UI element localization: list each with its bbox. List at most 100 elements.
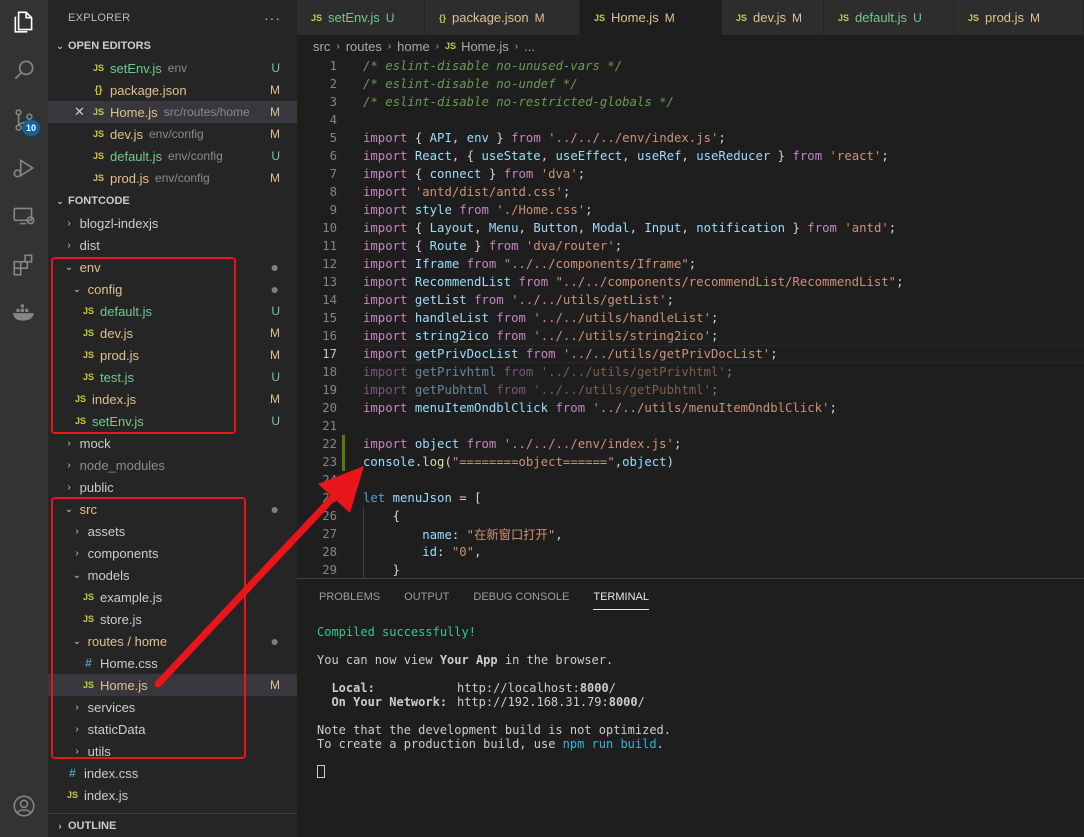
close-icon[interactable]: ✕	[74, 104, 85, 120]
code-line[interactable]: 24	[297, 471, 1084, 489]
open-editors-header[interactable]: ⌄ OPEN EDITORS	[48, 35, 297, 57]
code-editor[interactable]: 1 /* eslint-disable no-unused-vars */ 2 /* …	[297, 57, 1084, 578]
json-file-icon: {}	[94, 84, 103, 96]
terminal-note-line: Note that the development build is not o…	[317, 723, 672, 737]
code-line[interactable]: 27 name: "在新窗口打开",	[297, 525, 1084, 543]
more-actions-icon[interactable]: ···	[264, 10, 281, 26]
code-line[interactable]: 25 let menuJson = [	[297, 489, 1084, 507]
code-line[interactable]: 23 console.log("========object======",obj…	[297, 453, 1084, 471]
code-line[interactable]: 2 /* eslint-disable no-undef */	[297, 75, 1084, 93]
git-status-badge: M	[270, 678, 280, 692]
account-icon[interactable]	[0, 784, 48, 828]
git-status-badge: M	[270, 171, 280, 185]
code-line[interactable]: 14 import getList from '../../utils/getLi…	[297, 291, 1084, 309]
tab-setEnv-js[interactable]: JS setEnv.js U	[297, 0, 425, 35]
css-file-icon: #	[69, 766, 76, 780]
folder-item[interactable]: › public	[48, 476, 297, 498]
open-editor-item[interactable]: JS default.js env/config U	[48, 145, 297, 167]
tree-item-label: index.js	[84, 787, 129, 803]
js-file-icon: JS	[92, 173, 104, 183]
git-status-badge: U	[271, 304, 280, 318]
annotation-box-src	[51, 497, 246, 759]
line-number: 27	[322, 527, 337, 541]
code-line[interactable]: 28 id: "0",	[297, 543, 1084, 561]
js-file-icon: JS	[736, 12, 748, 23]
breadcrumb-item[interactable]: Home.js	[461, 39, 509, 54]
git-status-badge: M	[270, 105, 280, 119]
open-editor-item[interactable]: {} package.json M	[48, 79, 297, 101]
terminal-network-line: On Your Network: http://192.168.31.79:800…	[317, 695, 645, 709]
code-line[interactable]: 22 import object from '../../../env/index…	[297, 435, 1084, 453]
folder-item[interactable]: › mock	[48, 432, 297, 454]
tab-default-js[interactable]: JS default.js U	[824, 0, 954, 35]
code-line[interactable]: 18 import getPrivhtml from '../../utils/g…	[297, 363, 1084, 381]
code-line[interactable]: 29 }	[297, 561, 1084, 578]
docker-icon[interactable]	[0, 290, 48, 334]
open-editor-item[interactable]: JS prod.js env/config M	[48, 167, 297, 189]
code-text: import { Route } from 'dva/router';	[363, 239, 623, 253]
panel-tab-terminal[interactable]: TERMINAL	[593, 579, 649, 614]
files-icon[interactable]	[0, 0, 48, 44]
outline-header[interactable]: › OUTLINE	[48, 813, 297, 837]
run-debug-icon[interactable]	[0, 146, 48, 190]
breadcrumb-item[interactable]: ...	[524, 39, 535, 54]
line-number: 15	[322, 311, 337, 325]
code-text: import { Layout, Menu, Button, Modal, In…	[363, 221, 897, 235]
breadcrumb-item[interactable]: home	[397, 39, 430, 54]
tab-label: dev.js	[753, 10, 787, 25]
code-line[interactable]: 16 import string2ico from '../../utils/st…	[297, 327, 1084, 345]
breadcrumb-item[interactable]: routes	[346, 39, 382, 54]
tree-item-label: dist	[79, 237, 100, 253]
code-line[interactable]: 4	[297, 111, 1084, 129]
open-editor-item[interactable]: JS setEnv.js env U	[48, 57, 297, 79]
code-line[interactable]: 19 import getPubhtml from '../../utils/ge…	[297, 381, 1084, 399]
tab-Home-js[interactable]: JS Home.js M	[580, 0, 722, 35]
tab-dev-js[interactable]: JS dev.js M	[722, 0, 824, 35]
folder-item[interactable]: › dist	[48, 234, 297, 256]
terminal-local-line: Local: http://localhost:8000/	[317, 681, 616, 695]
tab-status: M	[1030, 10, 1041, 25]
folder-item[interactable]: › blogzl-indexjs	[48, 212, 297, 234]
source-control-icon[interactable]	[0, 98, 48, 142]
open-editor-item[interactable]: ✕ JS Home.js src/routes/home M	[48, 101, 297, 123]
code-line[interactable]: 6 import React, { useState, useEffect, us…	[297, 147, 1084, 165]
open-editor-name: prod.js	[110, 170, 150, 186]
search-icon[interactable]	[0, 48, 48, 92]
code-line[interactable]: 15 import handleList from '../../utils/ha…	[297, 309, 1084, 327]
code-text: import menuItemOndblClick from '../../ut…	[363, 401, 837, 415]
panel-tab-output[interactable]: OUTPUT	[404, 579, 449, 614]
folder-item[interactable]: › node_modules	[48, 454, 297, 476]
file-item[interactable]: # index.css	[48, 762, 297, 784]
code-line[interactable]: 7 import { connect } from 'dva';	[297, 165, 1084, 183]
code-line[interactable]: 10 import { Layout, Menu, Button, Modal, …	[297, 219, 1084, 237]
code-line[interactable]: 12 import Iframe from "../../components/I…	[297, 255, 1084, 273]
code-line[interactable]: 20 import menuItemOndblClick from '../../…	[297, 399, 1084, 417]
code-line[interactable]: 3 /* eslint-disable no-restricted-globals…	[297, 93, 1084, 111]
panel-tab-problems[interactable]: PROBLEMS	[319, 579, 380, 614]
code-text: let menuJson = [	[363, 491, 482, 505]
extensions-icon[interactable]	[0, 243, 48, 287]
code-line[interactable]: 9 import style from './Home.css';	[297, 201, 1084, 219]
tab-label: default.js	[855, 10, 908, 25]
code-line[interactable]: 13 import RecommendList from "../../compo…	[297, 273, 1084, 291]
breadcrumb-separator: ›	[336, 40, 340, 52]
chevron-right-icon: ›	[67, 481, 71, 493]
panel-tab-debug-console[interactable]: DEBUG CONSOLE	[473, 579, 569, 614]
open-editor-item[interactable]: JS dev.js env/config M	[48, 123, 297, 145]
code-line[interactable]: 8 import 'antd/dist/antd.css';	[297, 183, 1084, 201]
code-line[interactable]: 26 {	[297, 507, 1084, 525]
code-text: import React, { useState, useEffect, use…	[363, 149, 889, 163]
code-line[interactable]: 11 import { Route } from 'dva/router';	[297, 237, 1084, 255]
code-line[interactable]: 17 import getPrivDocList from '../../util…	[297, 345, 1084, 363]
file-item[interactable]: JS index.js	[48, 784, 297, 806]
tab-prod-js[interactable]: JS prod.js M	[954, 0, 1084, 35]
breadcrumb-item[interactable]: src	[313, 39, 330, 54]
project-header[interactable]: ⌄ FONTCODE	[48, 190, 297, 212]
code-text: /* eslint-disable no-restricted-globals …	[363, 95, 674, 109]
remote-explorer-icon[interactable]	[0, 194, 48, 238]
code-line[interactable]: 1 /* eslint-disable no-unused-vars */	[297, 57, 1084, 75]
code-line[interactable]: 21	[297, 417, 1084, 435]
tab-label: package.json	[452, 10, 529, 25]
code-line[interactable]: 5 import { API, env } from '../../../env/…	[297, 129, 1084, 147]
tab-package-json[interactable]: {} package.json M	[425, 0, 580, 35]
